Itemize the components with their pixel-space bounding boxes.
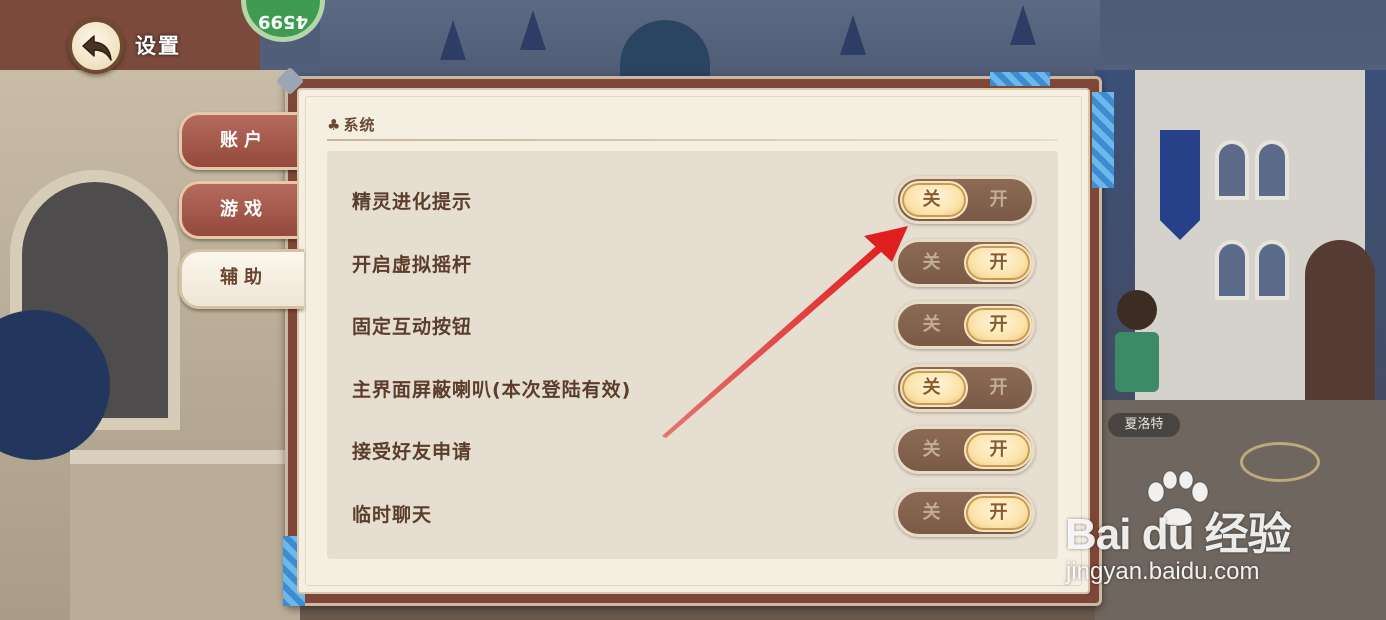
setting-label: 固定互动按钮	[352, 316, 473, 339]
toggle-on-option[interactable]: 开	[965, 429, 1032, 471]
setting-toggle[interactable]: 关开	[895, 238, 1035, 287]
setting-toggle[interactable]: 关开	[895, 426, 1035, 475]
setting-row: 固定互动按钮 关开	[352, 301, 1042, 353]
back-arrow-icon	[82, 35, 112, 61]
npc-character[interactable]	[1115, 290, 1159, 400]
background-roof	[0, 0, 260, 80]
setting-row: 主界面屏蔽喇叭(本次登陆有效) 关开	[352, 363, 1042, 416]
section-header: ♣ 系统	[327, 114, 375, 135]
toggle-off-option[interactable]: 关	[898, 492, 965, 534]
clover-icon: ♣	[327, 116, 342, 134]
baidu-watermark: Bai du 经验 jingyan.baidu.com	[1062, 470, 1382, 590]
setting-row: 开启虚拟摇杆 关开	[352, 238, 1042, 291]
toggle-on-option[interactable]: 开	[965, 367, 1032, 409]
setting-toggle[interactable]: 关开	[895, 176, 1035, 224]
setting-label: 接受好友申请	[352, 441, 473, 464]
setting-row: 接受好友申请 关开	[352, 426, 1042, 478]
back-button[interactable]	[68, 18, 124, 74]
setting-label: 主界面屏蔽喇叭(本次登陆有效)	[352, 378, 632, 401]
toggle-off-option[interactable]: 关	[898, 429, 965, 471]
section-title: 系统	[343, 116, 376, 134]
toggle-on-option[interactable]: 开	[965, 492, 1032, 534]
watermark-url: jingyan.baidu.com	[1066, 558, 1260, 585]
setting-toggle[interactable]: 关开	[895, 489, 1035, 537]
toggle-on-option[interactable]: 开	[965, 242, 1032, 284]
tab-game[interactable]: 游戏	[179, 181, 299, 239]
setting-label: 临时聊天	[352, 504, 433, 526]
currency-badge-value: 4599	[257, 11, 309, 32]
toggle-on-option[interactable]: 开	[965, 179, 1032, 221]
setting-toggle[interactable]: 关开	[895, 301, 1035, 350]
toggle-on-option[interactable]: 开	[965, 304, 1032, 346]
setting-toggle[interactable]: 关开	[895, 363, 1035, 412]
toggle-off-option[interactable]: 关	[898, 179, 965, 221]
baidu-logo-text: Bai du 经验	[1065, 510, 1292, 559]
panel-ribbon-top	[990, 72, 1050, 86]
setting-label: 精灵进化提示	[352, 191, 473, 213]
npc-name-label: 夏洛特	[1108, 413, 1180, 437]
panel-ribbon-right	[1092, 92, 1114, 188]
tab-assist[interactable]: 辅助	[179, 249, 304, 309]
toggle-off-option[interactable]: 关	[898, 367, 965, 409]
setting-row: 临时聊天 关开	[352, 489, 1042, 541]
background-town-skyline	[320, 0, 1100, 80]
page-title: 设置	[135, 34, 181, 58]
tab-account[interactable]: 账户	[179, 112, 299, 170]
setting-row: 精灵进化提示 关开	[352, 176, 1042, 228]
section-divider	[327, 139, 1057, 141]
setting-label: 开启虚拟摇杆	[352, 253, 473, 276]
toggle-off-option[interactable]: 关	[898, 304, 965, 346]
toggle-off-option[interactable]: 关	[898, 242, 965, 284]
